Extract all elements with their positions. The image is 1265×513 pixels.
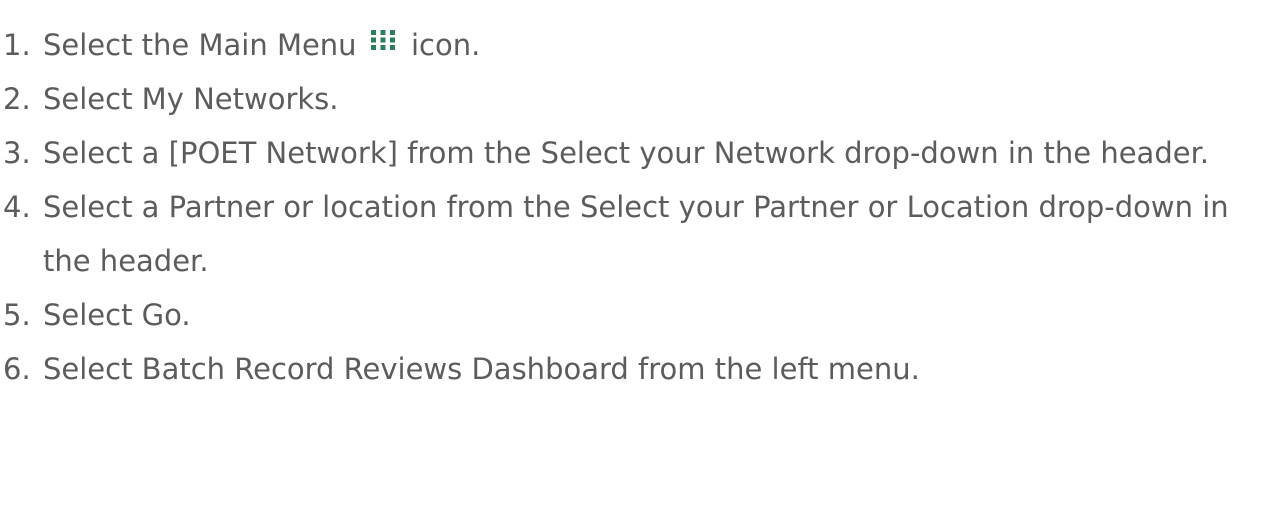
step-number: 5. [3, 298, 31, 332]
step-4: 4. Select a Partner or location from the… [0, 180, 1240, 288]
step-number: 2. [3, 82, 31, 116]
step-2: 2. Select My Networks. [0, 72, 1240, 126]
step-3: 3. Select a [POET Network] from the Sele… [0, 126, 1240, 180]
step-5: 5. Select Go. [0, 288, 1240, 342]
step-number: 1. [3, 28, 31, 62]
step-text: Select Go. [43, 298, 191, 332]
step-1: 1. Select the Main Menu icon. [0, 18, 1240, 72]
step-6: 6. Select Batch Record Reviews Dashboard… [0, 342, 1240, 396]
step-number: 3. [3, 136, 31, 170]
step-text: Select a Partner or location from the Se… [43, 190, 1229, 278]
instruction-steps: 1. Select the Main Menu icon. 2. Select … [0, 18, 1240, 396]
step-text-before-icon: Select the Main Menu [43, 28, 357, 62]
grid-menu-icon [370, 30, 395, 50]
step-text: Select Batch Record Reviews Dashboard fr… [43, 352, 920, 386]
step-number: 6. [3, 352, 31, 386]
step-text: Select My Networks. [43, 82, 339, 116]
step-text-after-icon: icon. [411, 28, 481, 62]
step-number: 4. [3, 190, 31, 224]
step-text: Select a [POET Network] from the Select … [43, 136, 1210, 170]
